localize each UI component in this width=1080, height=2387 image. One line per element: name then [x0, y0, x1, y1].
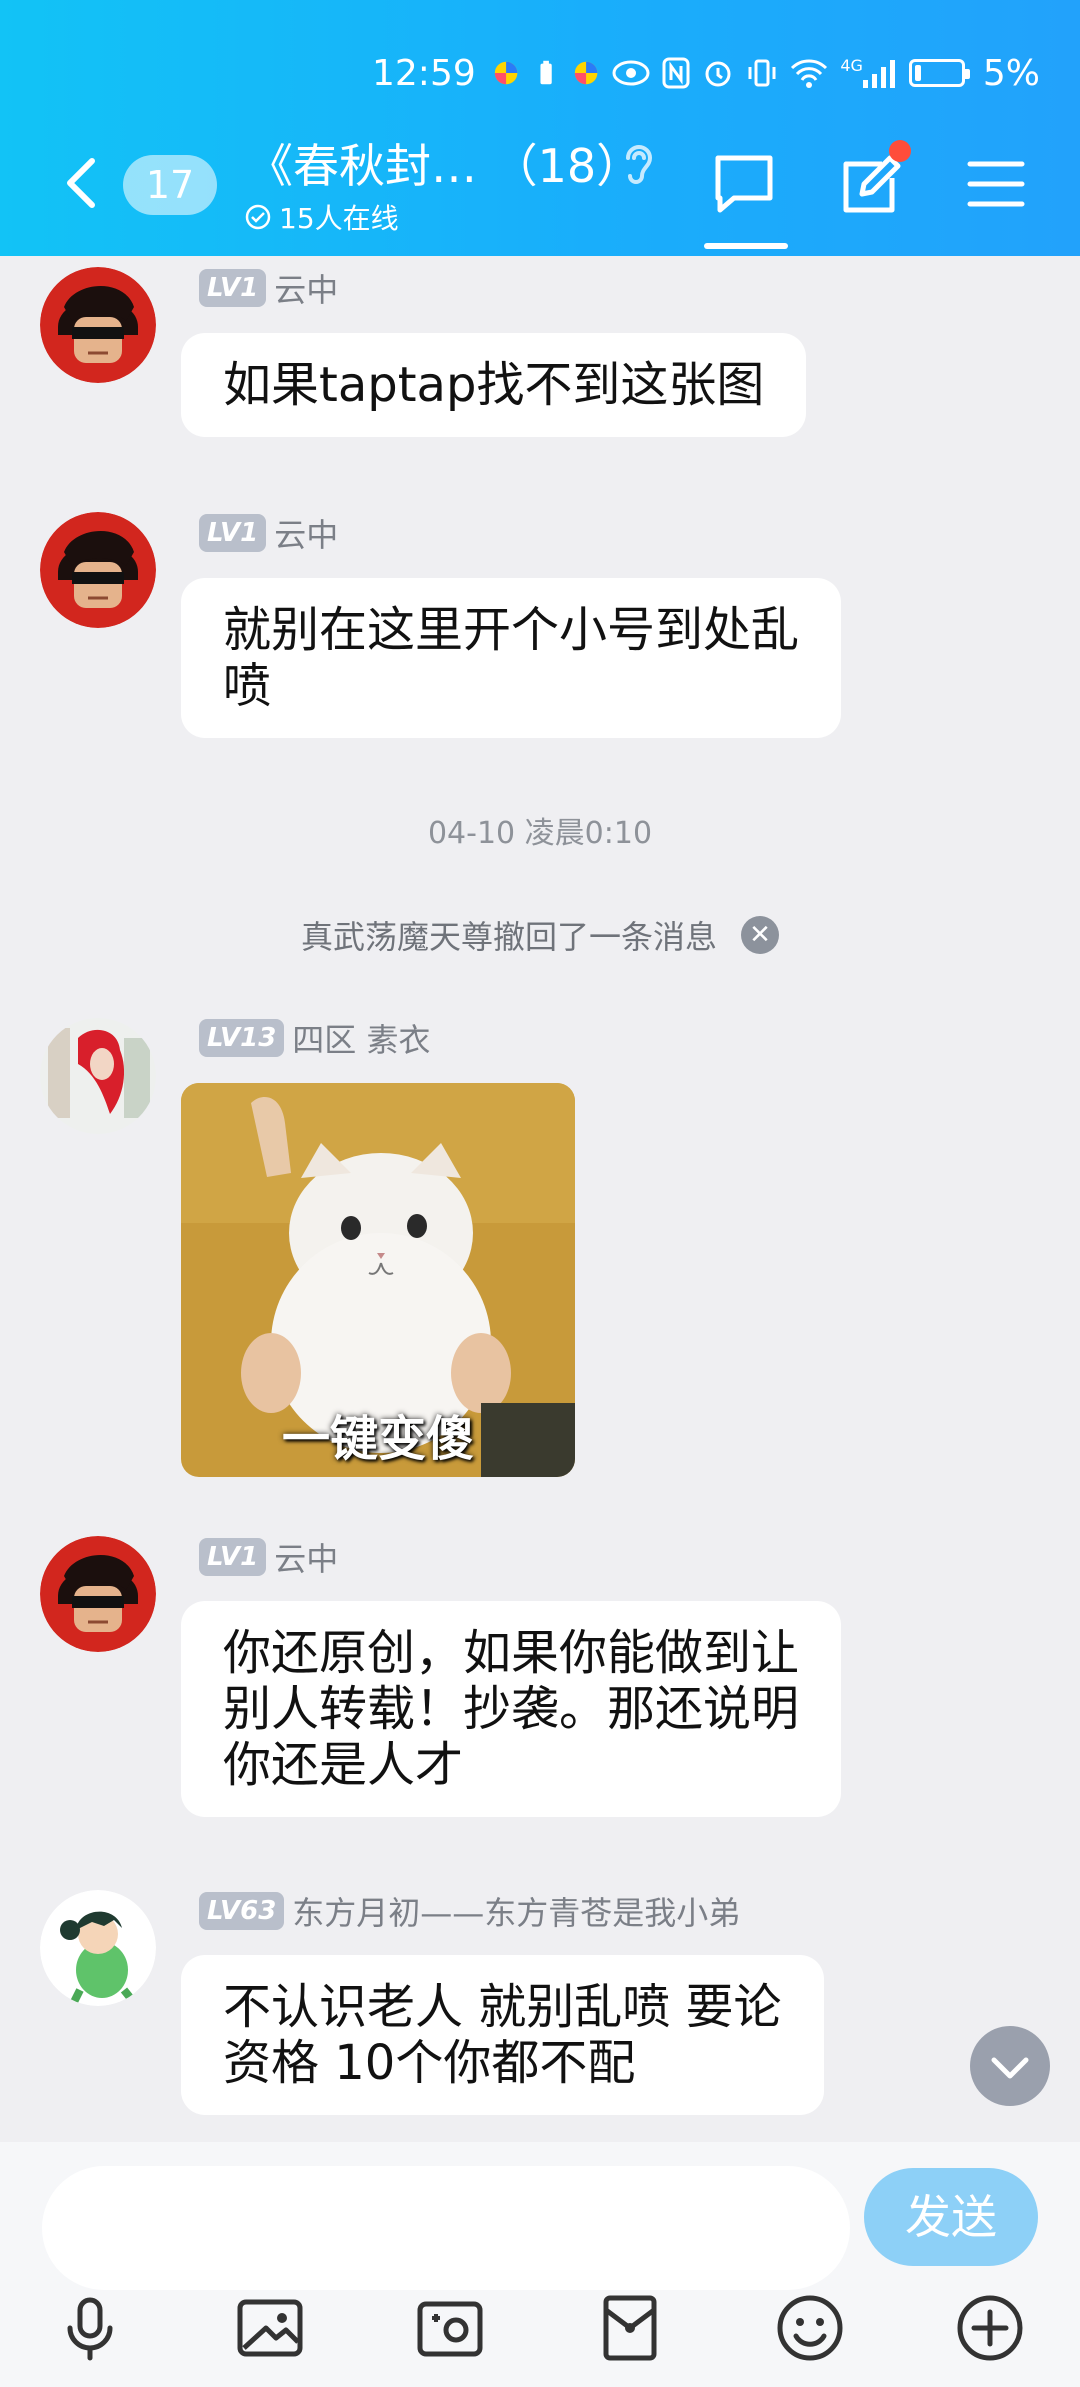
level-badge: LV1 [199, 514, 267, 552]
sender-name[interactable]: 四区 素衣 [292, 1015, 430, 1061]
message-text: 如果taptap找不到这张图 [223, 357, 765, 413]
sender-name[interactable]: 云中 [274, 1534, 338, 1580]
chat-header: 12:59 4G 5% 17 《春秋封… （18） 15人在线 [0, 0, 1080, 256]
message-bubble[interactable]: 不认识老人 就别乱喷 要论 资格 10个你都不配 [181, 1955, 824, 2115]
vibrate-icon [748, 59, 776, 87]
app-notification-icon-2 [574, 61, 598, 85]
sender-name[interactable]: 云中 [274, 510, 338, 556]
network-type: 4G [840, 55, 863, 75]
battery-percent: 5% [982, 52, 1041, 94]
message-text-line: 别人转载！抄袭。那还说明 [223, 1681, 800, 1737]
alarm-icon [705, 61, 731, 87]
avatar-image [40, 1018, 156, 1134]
unread-count-badge[interactable]: 17 [123, 155, 217, 215]
status-time: 12:59 [372, 52, 476, 94]
back-arrow-icon[interactable] [60, 155, 100, 211]
avatar-image [40, 1890, 156, 2006]
message-input[interactable] [42, 2166, 850, 2290]
level-badge: LV63 [199, 1892, 285, 1930]
level-badge: LV1 [199, 1538, 267, 1576]
message-timestamp: 04-10 凌晨0:10 [427, 816, 653, 851]
avatar-image [40, 512, 156, 628]
message-text-line: 不认识老人 就别乱喷 要论 [223, 1979, 782, 2035]
level-badge: LV13 [199, 1019, 285, 1057]
status-bar: 12:59 4G 5% [372, 50, 1040, 96]
microphone-icon[interactable] [54, 2292, 126, 2364]
eye-icon [612, 60, 650, 86]
send-button[interactable]: 发送 [864, 2168, 1038, 2266]
message-text-line: 你还原创，如果你能做到让 [223, 1625, 800, 1681]
emoji-icon[interactable] [774, 2292, 846, 2364]
online-count: 15人在线 [279, 202, 399, 235]
avatar-yunzhong[interactable] [40, 267, 156, 383]
sticker-image[interactable]: 一键变傻 [181, 1083, 575, 1477]
active-tab-indicator [704, 243, 788, 249]
avatar-yunzhong[interactable] [40, 512, 156, 628]
level-badge: LV1 [199, 269, 267, 307]
status-right: 4G 5% [612, 53, 1040, 94]
recall-notice: 真武荡魔天尊撤回了一条消息 ✕ [0, 912, 1080, 958]
signal-icon [862, 60, 895, 88]
avatar-yunzhong[interactable] [40, 1536, 156, 1652]
avatar-dongfang[interactable] [40, 1890, 156, 2006]
check-circle-icon [245, 204, 271, 230]
sender-meta: LV13 四区 素衣 [199, 1015, 430, 1061]
scroll-to-bottom-button[interactable] [970, 2026, 1050, 2106]
camera-icon[interactable] [414, 2292, 486, 2364]
sticker-caption: 一键变傻 [281, 1411, 474, 1467]
sender-name[interactable]: 东方月初——东方青苍是我小弟 [292, 1888, 740, 1934]
avatar-image [40, 267, 156, 383]
notification-dot [889, 140, 911, 162]
battery-alert-icon [540, 60, 552, 85]
edit-note-icon[interactable] [838, 152, 902, 216]
message-bubble[interactable]: 如果taptap找不到这张图 [181, 333, 807, 437]
avatar-image [40, 1536, 156, 1652]
message-composer: 发送 [0, 2142, 1080, 2387]
red-packet-icon[interactable] [594, 2292, 666, 2364]
recall-text: 真武荡魔天尊撤回了一条消息 [300, 918, 717, 956]
message-text-line: 你还是人才 [223, 1737, 464, 1793]
wifi-icon [791, 59, 828, 88]
plus-icon[interactable] [954, 2292, 1026, 2364]
message-bubble[interactable]: 你还原创，如果你能做到让 别人转载！抄袭。那还说明 你还是人才 [181, 1601, 842, 1817]
earpiece-mode-icon[interactable] [620, 140, 656, 188]
app-notification-icon [494, 61, 518, 85]
sender-name[interactable]: 云中 [274, 265, 338, 311]
message-text-line: 就别在这里开个小号到处乱 [223, 602, 800, 658]
message-bubble[interactable]: 就别在这里开个小号到处乱 喷 [181, 578, 842, 738]
battery-icon [908, 59, 970, 87]
message-text-line: 喷 [223, 658, 272, 714]
close-icon[interactable]: ✕ [741, 916, 779, 954]
menu-icon[interactable] [964, 152, 1028, 216]
sender-meta: LV63 东方月初——东方青苍是我小弟 [199, 1888, 740, 1934]
sender-meta: LV1 云中 [199, 510, 338, 556]
image-icon[interactable] [234, 2292, 306, 2364]
chevron-down-icon [991, 2057, 1029, 2079]
sender-meta: LV1 云中 [199, 1534, 338, 1580]
sender-meta: LV1 云中 [199, 265, 338, 311]
online-status: 15人在线 [245, 197, 399, 237]
chat-tab-icon[interactable] [712, 152, 776, 216]
nfc-icon [662, 57, 690, 89]
avatar-suyi[interactable] [40, 1018, 156, 1134]
group-title[interactable]: 《春秋封… （18） [247, 130, 642, 196]
message-text-line: 资格 10个你都不配 [223, 2035, 636, 2091]
